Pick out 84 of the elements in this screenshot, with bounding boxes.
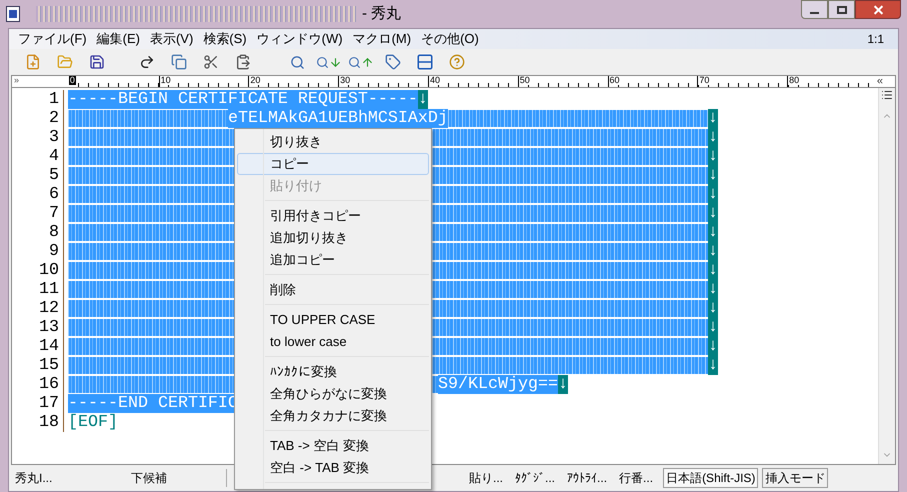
line-number: 15 [38, 356, 60, 375]
menu-item[interactable]: 追加コピー [237, 249, 429, 271]
line-number: 5 [48, 166, 60, 185]
status-text: ﾀｸﾞｼﾞ... [514, 470, 556, 487]
line-end-mark: ↓ [708, 242, 718, 261]
mode-status: 挿入モード [762, 468, 828, 488]
line-end-mark: ↓ [708, 204, 718, 223]
line-number: 14 [38, 337, 60, 356]
menu-item[interactable]: TO UPPER CASE [237, 309, 429, 331]
ruler-label: 0 [68, 76, 76, 85]
eof-marker: [EOF] [68, 413, 118, 432]
ruler-label: 70 [698, 76, 710, 85]
menu-item[interactable]: 表示(V) [144, 29, 198, 49]
menu-item[interactable]: 切り抜き [237, 131, 429, 153]
line-number: 8 [48, 223, 60, 242]
menu-item[interactable]: 削除 [237, 279, 429, 301]
status-text: ｱｳﾄﾗｲ... [566, 470, 608, 487]
line-number: 13 [38, 318, 60, 337]
menu-item[interactable]: コピー [237, 153, 429, 175]
close-button[interactable] [855, 0, 901, 19]
status-text: 行番... [618, 470, 654, 487]
ruler-label: 50 [518, 76, 530, 85]
window-title: - 秀丸 [362, 4, 402, 24]
line-end-mark: ↓ [708, 261, 718, 280]
menu-item[interactable]: 全角ひらがなに変換 [237, 383, 429, 405]
menu-item[interactable]: 空白 -> TAB 変換 [237, 457, 429, 479]
line-number: 6 [48, 185, 60, 204]
ruler-expand-mark[interactable]: » [12, 76, 69, 85]
menu-item[interactable]: ウィンドウ(W) [252, 29, 348, 49]
line-number: 3 [48, 128, 60, 147]
code-text: -----BEGIN CERTIFICATE REQUEST----- [68, 90, 418, 109]
line-end-mark: ↓ [558, 375, 568, 394]
code-text: S9/KLcWjyg== [438, 375, 558, 394]
encoding-status: 日本語(Shift-JIS) [663, 468, 758, 488]
menu-item[interactable]: TAB -> 空白 変換 [237, 435, 429, 457]
ruler-label: 10 [160, 76, 171, 85]
vertical-scrollbar[interactable] [878, 88, 895, 464]
ruler-label: 60 [608, 76, 620, 85]
line-number: 4 [48, 147, 60, 166]
line-number: 2 [48, 109, 60, 128]
line-end-mark: ↓ [708, 356, 718, 375]
ruler-collapse-mark[interactable]: « [876, 76, 895, 87]
line-number: 16 [38, 375, 60, 394]
menu-item[interactable]: 引用付きコピー [237, 205, 429, 227]
line-end-mark: ↓ [708, 128, 718, 147]
ruler-label: 40 [428, 76, 440, 85]
menu-item[interactable]: to lower case [237, 331, 429, 353]
menu-item[interactable]: 全角カタカナに変換 [237, 405, 429, 427]
line-end-mark: ↓ [708, 109, 718, 128]
line-number: 10 [38, 261, 60, 280]
line-number: 7 [48, 204, 60, 223]
status-text: 貼り... [468, 470, 504, 487]
app-icon [6, 6, 20, 22]
ruler-label: 20 [249, 76, 260, 85]
line-end-mark: ↓ [708, 223, 718, 242]
menu-item[interactable]: ﾊﾝｶｸに変換 [237, 361, 429, 383]
line-number: 11 [38, 280, 60, 299]
line-end-mark: ↓ [708, 299, 718, 318]
menu-item[interactable]: ファイル(F) [13, 29, 92, 49]
line-number: 1 [48, 90, 60, 109]
line-end-mark: ↓ [708, 147, 718, 166]
ruler-label: 80 [788, 76, 800, 85]
menu-item[interactable]: 追加切り抜き [237, 227, 429, 249]
maximize-button[interactable] [828, 0, 855, 19]
line-number: 12 [38, 299, 60, 318]
line-end-mark: ↓ [708, 185, 718, 204]
minimize-button[interactable] [801, 0, 828, 19]
status-text: 秀丸I... [14, 470, 54, 487]
code-text: eTELMAkGA1UEBhMCSIAxDj [228, 109, 448, 128]
line-number: 17 [38, 394, 60, 413]
line-number: 18 [38, 413, 60, 432]
cursor-position: 1:1 [867, 31, 884, 48]
line-end-mark: ↓ [708, 280, 718, 299]
line-end-mark: ↓ [418, 90, 428, 109]
ruler-label: 30 [339, 76, 350, 85]
line-end-mark: ↓ [708, 337, 718, 356]
status-text: 下候補 [117, 469, 227, 487]
menu-item[interactable]: マクロ(M) [348, 29, 416, 49]
line-end-mark: ↓ [708, 318, 718, 337]
line-number: 9 [48, 242, 60, 261]
line-end-mark: ↓ [708, 166, 718, 185]
menu-item[interactable]: 検索(S) [198, 29, 252, 49]
menu-item[interactable]: その他(O) [416, 29, 484, 49]
menu-item[interactable]: 編集(E) [92, 29, 145, 49]
